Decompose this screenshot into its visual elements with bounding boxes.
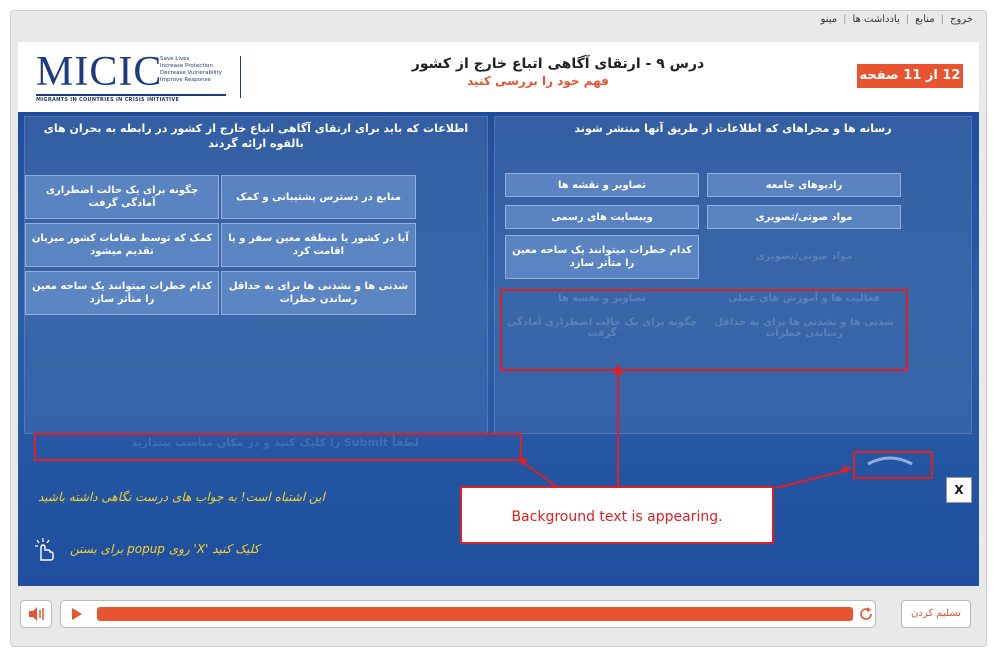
control-bar: تسلیم کردن	[18, 596, 979, 634]
hand-pointer-icon	[35, 538, 54, 561]
replay-icon[interactable]	[859, 606, 875, 622]
annotation-callout: Background text is appearing.	[460, 486, 774, 544]
volume-button[interactable]	[20, 600, 52, 628]
speaker-icon	[29, 607, 44, 621]
close-popup-button[interactable]: X	[946, 477, 972, 503]
progress-bar[interactable]	[97, 607, 853, 621]
submit-button[interactable]: تسلیم کردن	[901, 600, 971, 628]
feedback-message: این اشتباه است! به جواب های درست نگاهی د…	[38, 490, 325, 504]
play-icon[interactable]	[69, 607, 83, 621]
playback-bar	[60, 600, 876, 628]
close-instruction: کلیک کنید 'X' روی popup برای بستن	[70, 542, 260, 556]
